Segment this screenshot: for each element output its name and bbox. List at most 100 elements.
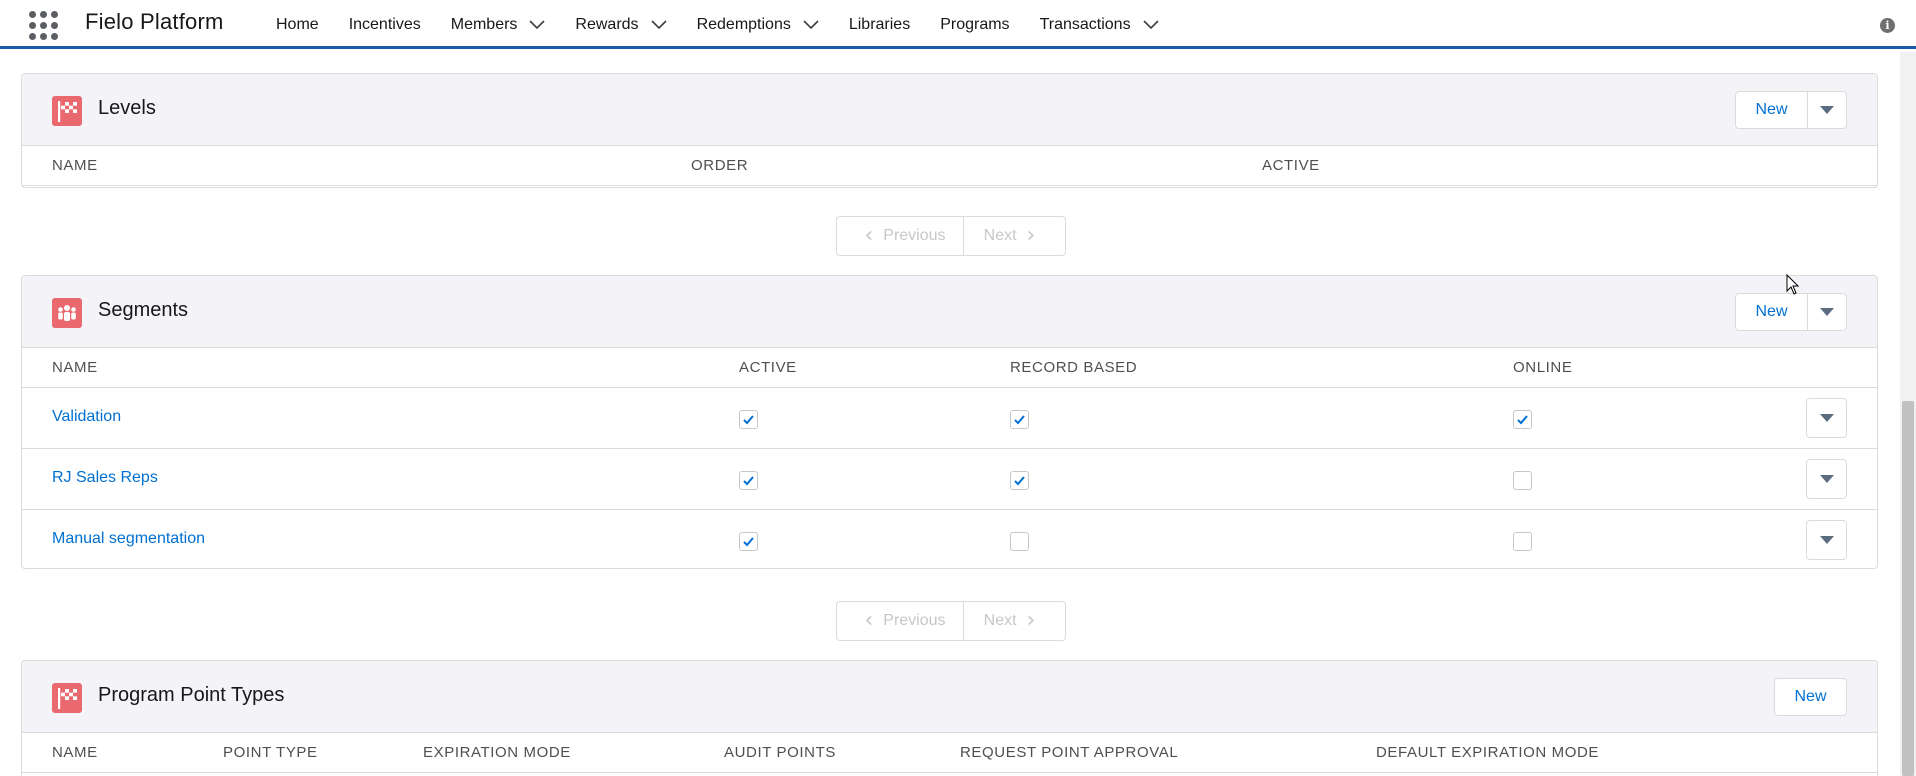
online-checkbox bbox=[1513, 471, 1532, 490]
levels-table-header: NAME ORDER ACTIVE bbox=[22, 146, 1877, 186]
column-header-order[interactable]: ORDER bbox=[691, 157, 748, 174]
column-header-record-based[interactable]: RECORD BASED bbox=[1010, 359, 1137, 376]
next-label: Next bbox=[983, 612, 1017, 629]
main-content: Levels New NAME ORDER ACTIVE ‹ Previous N… bbox=[0, 52, 1900, 776]
levels-previous-button[interactable]: ‹ Previous bbox=[836, 216, 964, 256]
column-header-online[interactable]: ONLINE bbox=[1513, 359, 1572, 376]
levels-next-button[interactable]: Next › bbox=[964, 216, 1066, 256]
checkmark-icon bbox=[1014, 415, 1025, 425]
chevron-down-icon bbox=[1819, 475, 1834, 483]
segments-more-actions-button[interactable] bbox=[1808, 293, 1847, 331]
point-types-new-button[interactable]: New bbox=[1774, 678, 1847, 716]
row-actions-button[interactable] bbox=[1806, 398, 1847, 438]
column-header-name[interactable]: NAME bbox=[52, 359, 98, 376]
checkered-flag-icon bbox=[52, 683, 82, 713]
table-row: Manual segmentation bbox=[22, 510, 1877, 568]
record-based-checkbox bbox=[1010, 532, 1029, 551]
chevron-down-icon bbox=[1820, 308, 1834, 316]
nav-item-label: Incentives bbox=[348, 15, 421, 33]
nav-item-programs[interactable]: Programs bbox=[940, 0, 1009, 49]
vertical-scrollbar[interactable] bbox=[1900, 52, 1916, 776]
table-row: Validation bbox=[22, 388, 1877, 449]
chevron-down-icon bbox=[1819, 536, 1834, 544]
active-checkbox bbox=[739, 471, 758, 490]
chevron-down-icon bbox=[1820, 106, 1834, 114]
nav-item-label: Home bbox=[276, 15, 319, 33]
levels-card-header: Levels New bbox=[22, 74, 1877, 146]
nav-item-label: Programs bbox=[940, 15, 1010, 33]
column-header-request-point-approval[interactable]: REQUEST POINT APPROVAL bbox=[960, 744, 1178, 761]
chevron-left-icon: ‹ bbox=[864, 608, 874, 633]
active-checkbox bbox=[739, 532, 758, 551]
column-header-name[interactable]: NAME bbox=[52, 744, 98, 761]
checkmark-icon bbox=[743, 537, 754, 547]
nav-item-incentives[interactable]: Incentives bbox=[349, 0, 421, 49]
table-row: RJ Sales Reps bbox=[22, 449, 1877, 510]
app-launcher-icon[interactable] bbox=[29, 11, 59, 40]
point-types-table-header: NAME POINT TYPE EXPIRATION MODE AUDIT PO… bbox=[22, 733, 1877, 773]
levels-more-actions-button[interactable] bbox=[1808, 91, 1847, 129]
chevron-right-icon: › bbox=[1026, 223, 1036, 248]
nav-item-home[interactable]: Home bbox=[276, 0, 319, 49]
point-types-card-header: Program Point Types New bbox=[22, 661, 1877, 733]
nav-item-label: Rewards bbox=[575, 15, 639, 33]
checkered-flag-icon bbox=[52, 96, 82, 126]
chevron-left-icon: ‹ bbox=[864, 223, 874, 248]
nav-item-rewards[interactable]: Rewards bbox=[575, 0, 667, 49]
previous-label: Previous bbox=[883, 227, 946, 244]
column-header-name[interactable]: NAME bbox=[52, 157, 98, 174]
online-checkbox bbox=[1513, 410, 1532, 429]
checkmark-icon bbox=[743, 476, 754, 486]
info-icon[interactable]: i bbox=[1880, 18, 1895, 33]
chevron-right-icon: › bbox=[1026, 608, 1036, 633]
segments-card-header: Segments New bbox=[22, 276, 1877, 348]
column-header-audit-points[interactable]: AUDIT POINTS bbox=[724, 744, 836, 761]
column-header-default-expiration-mode[interactable]: DEFAULT EXPIRATION MODE bbox=[1376, 744, 1599, 761]
point-types-title: Program Point Types bbox=[98, 684, 285, 706]
nav-item-transactions[interactable]: Transactions bbox=[1040, 0, 1159, 49]
next-label: Next bbox=[983, 227, 1017, 244]
column-header-expiration-mode[interactable]: EXPIRATION MODE bbox=[423, 744, 571, 761]
segments-actions: New bbox=[1735, 293, 1847, 331]
levels-pagination: ‹ Previous Next › bbox=[836, 216, 1066, 256]
segment-name-link[interactable]: RJ Sales Reps bbox=[52, 469, 158, 487]
nav-item-libraries[interactable]: Libraries bbox=[849, 0, 910, 49]
scrollbar-thumb[interactable] bbox=[1902, 401, 1914, 776]
chevron-down-icon[interactable] bbox=[1142, 19, 1159, 30]
nav-item-label: Members bbox=[450, 15, 518, 33]
active-checkbox bbox=[739, 410, 758, 429]
online-checkbox bbox=[1513, 532, 1532, 551]
segments-next-button[interactable]: Next › bbox=[964, 601, 1066, 641]
app-name: Fielo Platform bbox=[85, 9, 224, 34]
previous-label: Previous bbox=[883, 612, 946, 629]
record-based-checkbox bbox=[1010, 471, 1029, 490]
nav-item-label: Libraries bbox=[848, 15, 911, 33]
levels-new-button[interactable]: New bbox=[1735, 91, 1808, 129]
chevron-down-icon[interactable] bbox=[529, 19, 545, 30]
row-actions-button[interactable] bbox=[1806, 520, 1847, 560]
segments-new-button[interactable]: New bbox=[1735, 293, 1808, 331]
column-header-active[interactable]: ACTIVE bbox=[1262, 157, 1320, 174]
column-header-point-type[interactable]: POINT TYPE bbox=[223, 744, 318, 761]
levels-card: Levels New NAME ORDER ACTIVE bbox=[21, 73, 1878, 188]
point-types-actions: New bbox=[1774, 678, 1847, 716]
chevron-down-icon bbox=[1819, 414, 1834, 422]
checkmark-icon bbox=[1014, 476, 1025, 486]
checkmark-icon bbox=[743, 415, 754, 425]
record-based-checkbox bbox=[1010, 410, 1029, 429]
column-header-active[interactable]: ACTIVE bbox=[739, 359, 797, 376]
segments-table-header: NAME ACTIVE RECORD BASED ONLINE bbox=[22, 348, 1877, 388]
chevron-down-icon[interactable] bbox=[650, 19, 667, 30]
segment-name-link[interactable]: Manual segmentation bbox=[52, 530, 205, 548]
segments-previous-button[interactable]: ‹ Previous bbox=[836, 601, 964, 641]
levels-actions: New bbox=[1735, 91, 1847, 129]
point-types-card: Program Point Types New NAME POINT TYPE … bbox=[21, 660, 1878, 776]
mouse-cursor-icon bbox=[1786, 274, 1800, 295]
segment-name-link[interactable]: Validation bbox=[52, 408, 121, 426]
nav-item-label: Transactions bbox=[1039, 15, 1131, 33]
chevron-down-icon[interactable] bbox=[803, 19, 819, 30]
nav-bar: Home Incentives Members Rewards Redemptions L… bbox=[276, 0, 1189, 49]
nav-item-members[interactable]: Members bbox=[451, 0, 546, 49]
nav-item-redemptions[interactable]: Redemptions bbox=[697, 0, 819, 49]
row-actions-button[interactable] bbox=[1806, 459, 1847, 499]
